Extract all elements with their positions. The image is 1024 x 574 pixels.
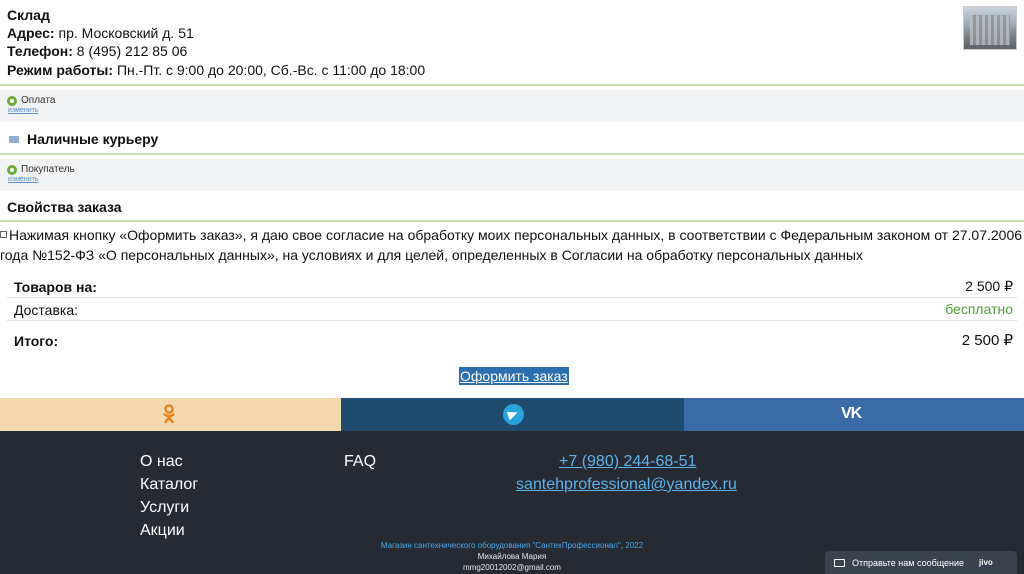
- payment-method-label: Наличные курьеру: [27, 131, 159, 147]
- store-info: Склад Адрес: пр. Московский д. 51 Телефо…: [0, 0, 1024, 84]
- footer-link-about[interactable]: О нас: [140, 450, 198, 473]
- copyright-text: Магазин сантехнического оборудования "Са…: [380, 541, 644, 550]
- consent-text: Нажимая кнопку «Оформить заказ», я даю с…: [0, 227, 1023, 263]
- footer-phone-link[interactable]: +7 (980) 244-68-51: [559, 450, 737, 473]
- goods-total-label: Товаров на:: [14, 279, 97, 295]
- buyer-section-header: Покупатель изменить: [0, 159, 1024, 191]
- store-name: Склад: [7, 7, 50, 23]
- social-telegram-button[interactable]: [341, 398, 684, 431]
- buyer-change-link[interactable]: изменить: [8, 176, 38, 183]
- social-odnoklassniki-button[interactable]: [0, 398, 341, 431]
- place-order-button[interactable]: Оформить заказ: [459, 367, 569, 385]
- grand-total-value: 2 500 ₽: [961, 332, 1013, 349]
- cash-icon: [9, 136, 19, 143]
- delivery-row: Доставка: бесплатно: [7, 298, 1017, 321]
- footer-link-catalog[interactable]: Каталог: [140, 473, 198, 496]
- store-address: Адрес: пр. Московский д. 51: [7, 25, 194, 41]
- grand-total-row: Итого: 2 500 ₽: [7, 321, 1017, 357]
- footer-link-services[interactable]: Услуги: [140, 496, 198, 519]
- consent-checkbox[interactable]: [0, 231, 7, 238]
- payment-section-header: Оплата изменить: [0, 90, 1024, 122]
- social-bar: VK: [0, 398, 1024, 431]
- delivery-label: Доставка:: [14, 302, 79, 318]
- odnoklassniki-icon: [162, 404, 176, 424]
- order-properties-title: Свойства заказа: [7, 199, 122, 215]
- check-circle-icon: [7, 165, 17, 175]
- store-photo: [963, 6, 1017, 50]
- divider: [0, 153, 1024, 155]
- payment-title: Оплата: [21, 95, 56, 106]
- footer-link-promotions[interactable]: Акции: [140, 519, 198, 542]
- chat-brand: jivo: [979, 558, 993, 567]
- footer-nav-secondary: FAQ: [344, 450, 376, 473]
- footer-email-link[interactable]: santehprofessional@yandex.ru: [516, 473, 737, 496]
- delivery-value: бесплатно: [945, 301, 1013, 317]
- divider: [0, 84, 1024, 86]
- chat-widget-button[interactable]: Отправьте нам сообщение jivo: [825, 551, 1017, 574]
- social-vk-button[interactable]: VK: [684, 398, 1024, 431]
- footer-link-faq[interactable]: FAQ: [344, 450, 376, 473]
- goods-total-row: Товаров на: 2 500 ₽: [7, 275, 1017, 298]
- telegram-icon: [503, 404, 524, 425]
- vk-icon: VK: [841, 405, 862, 422]
- payment-change-link[interactable]: изменить: [8, 107, 38, 114]
- chat-label: Отправьте нам сообщение: [852, 558, 965, 568]
- buyer-title: Покупатель: [21, 164, 75, 175]
- divider: [0, 220, 1024, 222]
- payment-method[interactable]: Наличные курьеру: [0, 122, 1024, 154]
- footer-nav-primary: О нас Каталог Услуги Акции: [140, 450, 198, 542]
- check-circle-icon: [7, 96, 17, 106]
- order-totals: Товаров на: 2 500 ₽ Доставка: бесплатно …: [7, 275, 1017, 357]
- mail-icon: [834, 559, 845, 567]
- goods-total-value: 2 500 ₽: [965, 278, 1013, 294]
- store-phone: Телефон: 8 (495) 212 85 06: [7, 43, 188, 59]
- grand-total-label: Итого:: [14, 333, 59, 349]
- store-hours: Режим работы: Пн.-Пт. с 9:00 до 20:00, С…: [7, 62, 426, 78]
- footer-contacts: +7 (980) 244-68-51 santehprofessional@ya…: [516, 450, 737, 496]
